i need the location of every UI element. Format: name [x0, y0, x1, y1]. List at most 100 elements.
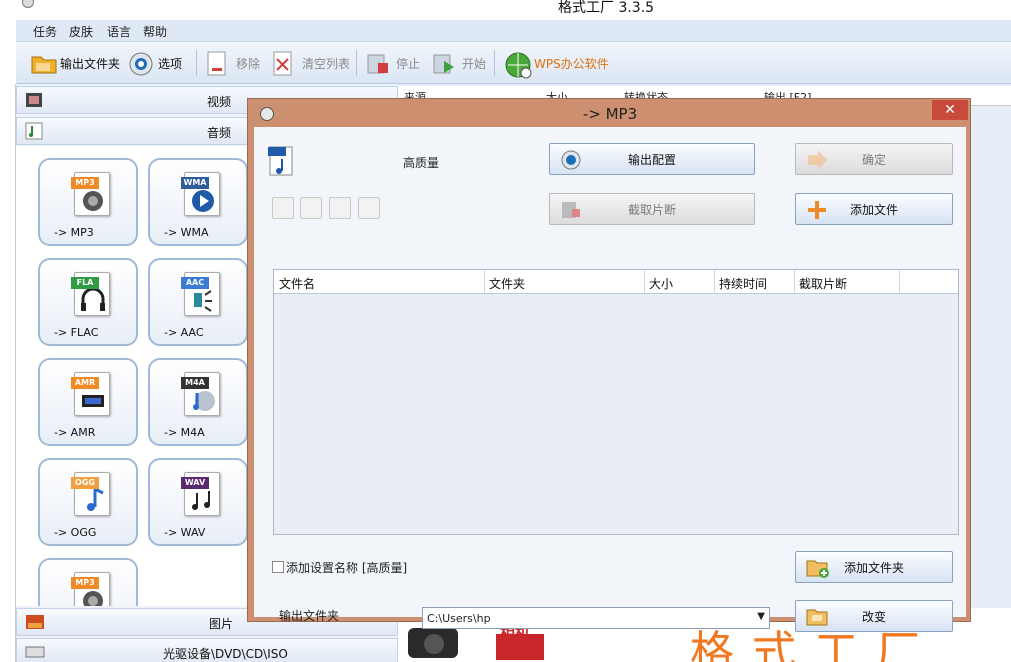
stop-icon [366, 51, 390, 75]
play-file-icon[interactable] [329, 197, 351, 219]
tile-amr-label: -> AMR [54, 426, 96, 439]
window-title: 格式工厂 3.3.5 [558, 0, 655, 16]
file-table-header: 文件名 文件夹 大小 持续时间 截取片断 [274, 270, 958, 294]
output-folder-button[interactable]: 输出文件夹 [30, 50, 120, 76]
output-folder-label: 输出文件夹 [60, 56, 121, 71]
clear-icon [272, 51, 296, 76]
add-setting-name-checkbox[interactable] [272, 561, 284, 573]
document-remove-icon [206, 51, 230, 76]
disc-drive-icon [25, 643, 45, 661]
mp3-file-icon [268, 146, 293, 176]
menu-task[interactable]: 任务 [33, 23, 57, 40]
title-bar [0, 0, 1011, 20]
flac-tag: FLA [71, 277, 99, 289]
col-folder[interactable]: 文件夹 [489, 275, 525, 292]
remove-label: 移除 [236, 56, 261, 71]
folder-icon [30, 51, 57, 75]
picture-icon [25, 613, 44, 631]
tile-flac[interactable]: FLA -> FLAC [38, 258, 138, 346]
folder-add-icon [806, 557, 829, 579]
col-clip[interactable]: 截取片断 [799, 275, 847, 292]
mp3-tag: MP3 [71, 177, 99, 189]
delete-file-icon[interactable] [300, 197, 322, 219]
menu-language[interactable]: 语言 [107, 23, 131, 40]
quality-label: 高质量 [403, 156, 440, 170]
tile-m4a[interactable]: M4A -> M4A [148, 358, 248, 446]
dialog-body: 高质量 输出配置 确定 截取片断 添加文件 文件名 文件夹 大小 持续时间 截取… [254, 127, 966, 632]
toolbar: 输出文件夹 选项 移除 清空列表 停止 开始 WPS办公软件 [16, 42, 1011, 84]
col-file-size[interactable]: 大小 [649, 275, 673, 292]
plus-icon [806, 199, 828, 221]
options-label: 选项 [158, 56, 183, 71]
tile-mp3-label: -> MP3 [54, 226, 94, 239]
file-table[interactable]: 文件名 文件夹 大小 持续时间 截取片断 [273, 269, 959, 535]
wav-tag: WAV [181, 477, 209, 489]
menu-help[interactable]: 帮助 [143, 23, 167, 40]
start-button[interactable]: 开始 [432, 50, 486, 76]
tile-aac-label: -> AAC [164, 326, 204, 339]
amr-tag: AMR [71, 377, 99, 389]
output-folder-field-label: 输出文件夹 [279, 609, 340, 623]
tile-aac[interactable]: AAC -> AAC [148, 258, 248, 346]
tile-wav-label: -> WAV [164, 526, 206, 539]
tile-flac-label: -> FLAC [54, 326, 99, 339]
chevron-down-icon: ▼ [757, 611, 765, 622]
ogg-tag: OGG [71, 477, 99, 489]
tile-ogg-label: -> OGG [54, 526, 97, 539]
add-folder-button[interactable]: 添加文件夹 [795, 551, 953, 583]
wps-label: WPS办公软件 [534, 56, 609, 71]
clear-list-button[interactable]: 清空列表 [272, 50, 350, 76]
category-video-label: 视频 [207, 95, 232, 109]
clear-list-label: 清空列表 [302, 56, 351, 71]
ok-button[interactable]: 确定 [795, 143, 953, 175]
remove-file-icon[interactable] [272, 197, 294, 219]
play-icon [432, 51, 456, 75]
aac-tag: AAC [181, 277, 209, 289]
settings-icon [560, 149, 582, 171]
tile-wma-label: -> WMA [164, 226, 209, 239]
add-file-button[interactable]: 添加文件 [795, 193, 953, 225]
dialog-title: -> MP3 [582, 105, 638, 123]
tile-wav[interactable]: WAV -> WAV [148, 458, 248, 546]
options-button[interactable]: 选项 [128, 50, 182, 76]
tile-mp3-2[interactable]: MP3 [38, 558, 138, 606]
music-note-icon [25, 122, 43, 140]
add-setting-name-label: 添加设置名称 [高质量] [286, 561, 408, 575]
stop-label: 停止 [396, 56, 421, 71]
category-audio-label: 音频 [207, 126, 232, 140]
remove-button[interactable]: 移除 [206, 50, 260, 76]
mp3-tag-2: MP3 [71, 577, 99, 589]
output-path-value: C:\Users\hp [427, 612, 491, 625]
col-duration[interactable]: 持续时间 [719, 275, 767, 292]
output-folder-select[interactable]: C:\Users\hp ▼ [422, 607, 770, 629]
menu-skin[interactable]: 皮肤 [69, 23, 93, 40]
clip-button[interactable]: 截取片断 [549, 193, 755, 225]
tile-amr[interactable]: AMR -> AMR [38, 358, 138, 446]
film-icon [25, 91, 43, 109]
mp3-dialog: -> MP3 ✕ 高质量 输出配置 确定 截取片断 添加文件 文件名 文件夹 大… [247, 98, 971, 632]
wps-globe-icon [504, 51, 532, 79]
start-label: 开始 [462, 56, 487, 71]
col-file-name[interactable]: 文件名 [279, 275, 315, 292]
file-info-icon[interactable] [358, 197, 380, 219]
close-button[interactable]: ✕ [932, 100, 968, 120]
wma-tag: WMA [181, 177, 209, 189]
category-rom-label: 光驱设备\DVD\CD\ISO [163, 647, 288, 661]
menu-bar: 任务 皮肤 语言 帮助 [16, 20, 1011, 42]
tile-wma[interactable]: WMA -> WMA [148, 158, 248, 246]
gear-icon [128, 51, 153, 76]
tile-m4a-label: -> M4A [164, 426, 205, 439]
wps-button[interactable]: WPS办公软件 [504, 50, 609, 79]
stop-button[interactable]: 停止 [366, 50, 420, 76]
output-config-button[interactable]: 输出配置 [549, 143, 755, 175]
m4a-tag: M4A [181, 377, 209, 389]
category-rom[interactable]: 光驱设备\DVD\CD\ISO [16, 638, 398, 662]
category-picture-label: 图片 [209, 617, 234, 631]
arrow-right-icon [806, 149, 828, 171]
film-clip-icon [560, 199, 582, 221]
folder-icon [806, 606, 828, 628]
change-button[interactable]: 改变 [795, 600, 953, 632]
tile-mp3[interactable]: MP3 -> MP3 [38, 158, 138, 246]
tile-ogg[interactable]: OGG -> OGG [38, 458, 138, 546]
left-strip [0, 84, 16, 662]
